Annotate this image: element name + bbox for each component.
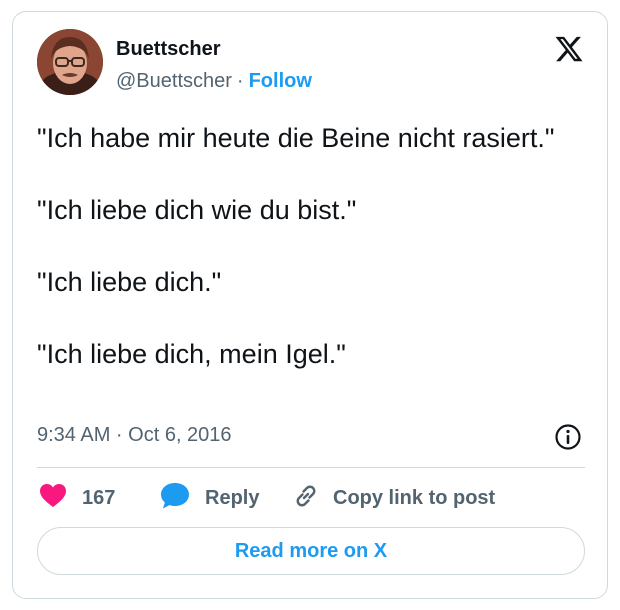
author-name[interactable]: Buettscher xyxy=(116,38,220,61)
tweet-actions: 167 Reply Copy link to post xyxy=(37,482,585,514)
reply-bubble-icon xyxy=(161,482,189,514)
tweet-paragraph: "Ich liebe dich, mein Igel." xyxy=(37,339,346,369)
copy-link-label: Copy link to post xyxy=(333,486,496,509)
like-count: 167 xyxy=(82,486,116,509)
like-button[interactable]: 167 xyxy=(40,482,115,514)
tweet-text: "Ich habe mir heute die Beine nicht rasi… xyxy=(37,120,577,372)
avatar-image xyxy=(37,29,103,95)
tweet-timestamp[interactable]: 9:34 AM · Oct 6, 2016 xyxy=(37,424,232,447)
avatar[interactable] xyxy=(37,29,103,95)
link-icon xyxy=(293,483,319,514)
tweet-paragraph: "Ich liebe dich." xyxy=(37,267,222,297)
tweet-card: Buettscher @Buettscher · Follow "Ich habe … xyxy=(12,11,608,599)
tweet-paragraph: "Ich liebe dich wie du bist." xyxy=(37,195,357,225)
x-logo-icon[interactable] xyxy=(554,34,584,64)
handle-separator: · xyxy=(236,70,244,92)
author-handle[interactable]: @Buettscher xyxy=(116,70,232,92)
read-more-button[interactable]: Read more on X xyxy=(37,527,585,575)
author-handle-line: @Buettscher · Follow xyxy=(116,70,312,93)
heart-icon xyxy=(40,483,66,513)
info-icon[interactable] xyxy=(554,423,582,451)
copy-link-button[interactable]: Copy link to post xyxy=(293,482,495,514)
divider xyxy=(37,467,585,468)
reply-button[interactable]: Reply xyxy=(161,482,259,514)
follow-link[interactable]: Follow xyxy=(249,70,312,92)
tweet-paragraph: "Ich habe mir heute die Beine nicht rasi… xyxy=(37,123,555,153)
reply-label: Reply xyxy=(205,486,260,509)
